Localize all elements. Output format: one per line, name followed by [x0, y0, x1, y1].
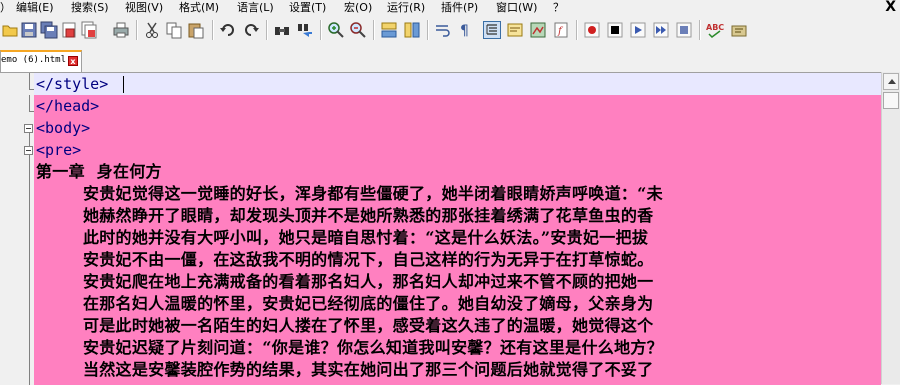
sync-vertical-icon[interactable]	[380, 21, 398, 39]
tab-bar: emo (6).html x	[0, 44, 900, 72]
text-line: 安贵妃爬在地上充满戒备的看着那名妇人，那名妇人却冲过来不管不顾的把她一	[36, 272, 654, 291]
scroll-up-icon[interactable]	[883, 73, 899, 90]
current-line-highlight	[34, 73, 881, 95]
save-all-icon[interactable]	[40, 21, 58, 39]
menu-settings[interactable]: 设置(T)	[289, 1, 326, 15]
svg-text:¶: ¶	[460, 23, 469, 39]
close-window-button[interactable]: X	[885, 0, 896, 15]
menu-language[interactable]: 语言(L)	[237, 1, 274, 15]
play-multiple-icon[interactable]	[652, 21, 670, 39]
fold-line	[29, 73, 30, 89]
doc-map-icon[interactable]	[529, 21, 547, 39]
toolbar: ¶ f ABC	[0, 16, 900, 45]
undo-icon[interactable]	[219, 21, 237, 39]
paste-icon[interactable]	[187, 21, 205, 39]
close-all-icon[interactable]	[80, 21, 98, 39]
menu-file-partial[interactable]: ）	[0, 1, 11, 15]
vertical-scrollbar[interactable]	[881, 72, 900, 384]
menu-plugins[interactable]: 插件(P)	[441, 1, 478, 15]
code-line: </style>	[36, 75, 109, 93]
tab-label: emo (6).html	[1, 55, 67, 65]
fold-line	[29, 95, 30, 111]
text-line: 此时的她并没有大呼小叫，她只是暗自思忖着：“这是什么妖法。”安贵妃一把拔	[36, 228, 649, 247]
fold-end-marker	[29, 89, 34, 90]
text-line: 可是此时她被一名陌生的妇人搂在了怀里，感受着这久违了的温暖，她觉得这个	[36, 316, 654, 335]
fold-toggle-body[interactable]	[24, 124, 33, 133]
stop-record-icon[interactable]	[606, 21, 624, 39]
language-icon[interactable]	[730, 21, 748, 39]
word-wrap-icon[interactable]	[434, 21, 452, 39]
save-macro-icon[interactable]	[675, 21, 693, 39]
menu-bar: ） 编辑(E) 搜索(S) 视图(V) 格式(M) 语言(L) 设置(T) 宏(…	[0, 0, 900, 16]
menu-window[interactable]: 窗口(W)	[496, 1, 537, 15]
editor[interactable]: </style> </head> <body> <pre> 第一章 身在何方 安…	[0, 72, 881, 385]
show-all-chars-icon[interactable]: ¶	[456, 21, 474, 39]
copy-icon[interactable]	[165, 21, 183, 39]
menu-run[interactable]: 运行(R)	[387, 1, 425, 15]
text-line: 安贵妃不由一僵，在这敌我不明的情况下，自己这样的行为无异于在打草惊蛇。	[36, 250, 654, 269]
code-line: </head>	[36, 97, 100, 115]
menu-view[interactable]: 视图(V)	[125, 1, 163, 15]
code-line: <pre>	[36, 141, 82, 159]
fold-line	[29, 133, 30, 146]
text-line: 安贵妃觉得这一觉睡的好长，浑身都有些僵硬了，她半闭着眼睛娇声呼唤道：“未	[36, 184, 663, 203]
find-icon[interactable]	[273, 21, 291, 39]
fold-end-marker	[29, 111, 34, 112]
sync-horizontal-icon[interactable]	[403, 21, 421, 39]
text-line: 当然这是安馨装腔作势的结果，其实在她问出了那三个问题后她就觉得了不妥了	[36, 360, 654, 379]
scroll-thumb[interactable]	[883, 92, 899, 109]
close-icon[interactable]	[60, 21, 78, 39]
text-line: 在那名妇人温暖的怀里，安贵妃已经彻底的僵住了。她自幼没了嫡母，父亲身为	[36, 294, 654, 313]
tab-demo-html[interactable]: emo (6).html x	[0, 50, 82, 72]
text-caret	[123, 76, 124, 93]
spell-check-icon[interactable]: ABC	[706, 21, 724, 39]
tab-close-icon[interactable]: x	[68, 56, 78, 66]
text-line: 她赫然睁开了眼睛，却发现头顶并不是她所熟悉的那张挂着绣满了花草鱼虫的香	[36, 206, 654, 225]
redo-icon[interactable]	[242, 21, 260, 39]
save-icon[interactable]	[20, 21, 38, 39]
menu-help[interactable]: ？	[553, 1, 564, 15]
fold-toggle-pre[interactable]	[24, 146, 33, 155]
record-macro-icon[interactable]	[583, 21, 601, 39]
menu-macro[interactable]: 宏(O)	[344, 1, 372, 15]
replace-icon[interactable]	[296, 21, 314, 39]
menu-search[interactable]: 搜索(S)	[71, 1, 109, 15]
fold-line	[29, 155, 30, 385]
menu-format[interactable]: 格式(M)	[179, 1, 219, 15]
indent-guide-icon[interactable]	[483, 21, 501, 39]
cut-icon[interactable]	[143, 21, 161, 39]
text-line: 安贵妃迟疑了片刻问道：“你是谁？你怎么知道我叫安馨？还有这里是什么地方？	[36, 338, 663, 357]
chapter-title-line: 第一章 身在何方	[36, 162, 162, 181]
menu-edit[interactable]: 编辑(E)	[16, 1, 54, 15]
user-language-icon[interactable]	[506, 21, 524, 39]
zoom-in-icon[interactable]	[327, 21, 345, 39]
function-list-icon[interactable]: f	[552, 21, 570, 39]
zoom-out-icon[interactable]	[349, 21, 367, 39]
print-icon[interactable]	[112, 21, 130, 39]
code-line: <body>	[36, 119, 91, 137]
open-icon[interactable]	[1, 21, 19, 39]
svg-text:ABC: ABC	[706, 23, 724, 32]
play-macro-icon[interactable]	[629, 21, 647, 39]
